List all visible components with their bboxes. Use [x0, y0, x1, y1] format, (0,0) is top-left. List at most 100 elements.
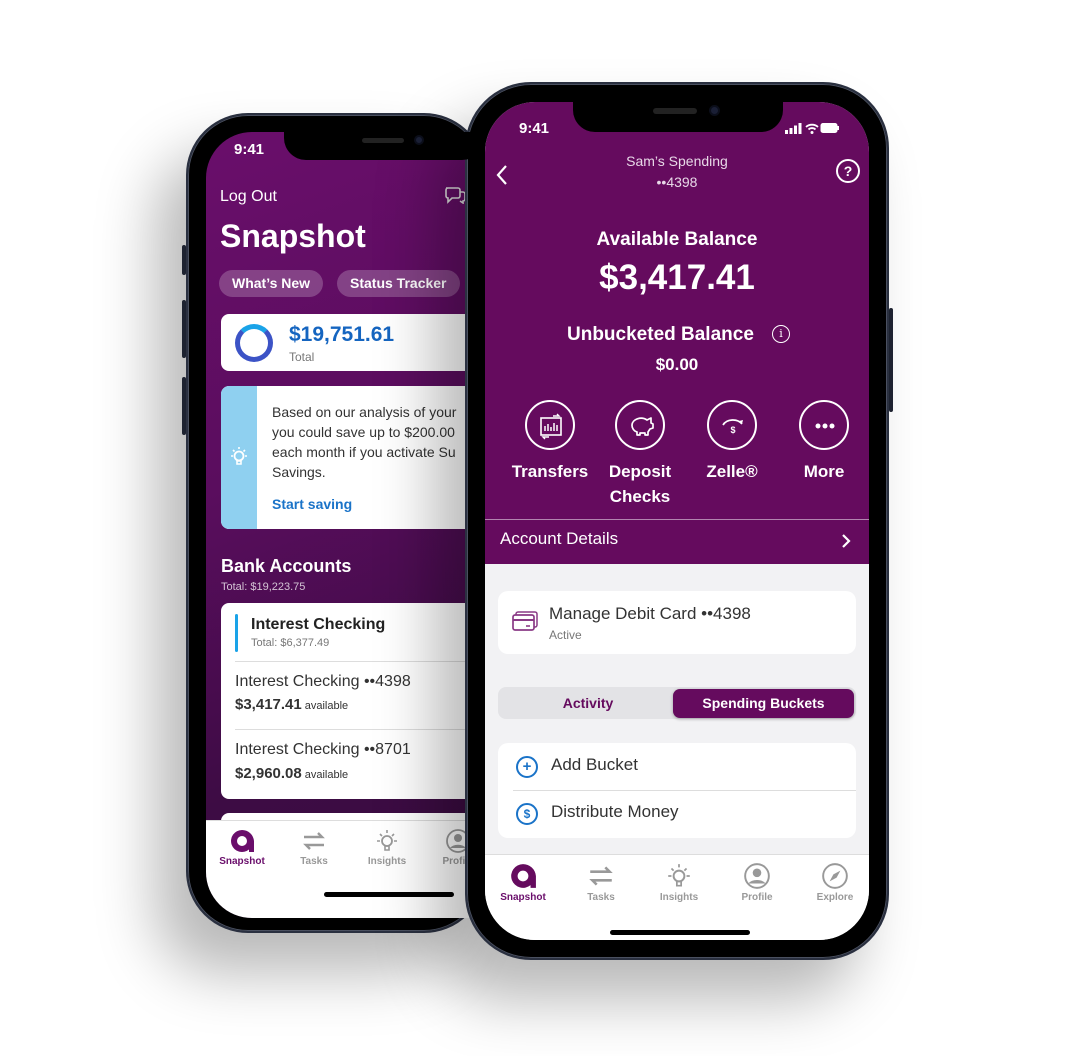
tab-spending-buckets[interactable]: Spending Buckets	[673, 689, 854, 718]
profile-icon	[744, 863, 770, 889]
ally-logo-icon	[511, 864, 536, 888]
debit-card-icon	[512, 611, 538, 631]
ally-logo-icon	[231, 829, 254, 852]
home-indicator	[610, 930, 750, 935]
account-balance: $2,960.08	[235, 765, 302, 782]
info-icon[interactable]: i	[772, 325, 790, 343]
dollar-circle-icon: $	[516, 803, 538, 825]
segmented-control: Activity Spending Buckets	[498, 687, 856, 719]
group-accent-bar	[235, 614, 238, 652]
volume-down-button	[182, 377, 186, 435]
account-title: Sam’s Spending	[626, 153, 728, 169]
tab-label: Snapshot	[500, 892, 546, 903]
action-label: More	[803, 462, 845, 481]
account-details-label: Account Details	[500, 529, 619, 548]
status-time: 9:41	[234, 141, 265, 158]
tab-snapshot[interactable]: Snapshot	[212, 828, 272, 867]
volume-up-button	[182, 300, 186, 358]
front-camera	[414, 135, 424, 145]
donut-chart-icon	[235, 324, 273, 362]
lightbulb-icon	[668, 864, 690, 887]
lightbulb-icon	[377, 830, 397, 851]
account-amount: $3,417.41 available	[235, 696, 348, 713]
bank-accounts-heading: Bank Accounts	[221, 556, 352, 576]
tab-label: Insights	[367, 856, 407, 867]
unbucketed-balance-label: Unbucketed Balance	[567, 324, 754, 345]
deposit-checks-button[interactable]: Deposit Checks	[595, 400, 685, 509]
tab-label: Tasks	[587, 892, 615, 903]
tab-label: Snapshot	[219, 856, 265, 867]
phone-left: 9:41 Log Out Snapshot What’s New Status …	[182, 113, 526, 933]
speaker	[362, 138, 404, 143]
phone-right: 9:41 Sam’s Spending ••4398 ? Available B…	[465, 82, 893, 960]
available-label: available	[304, 769, 349, 781]
tab-label: Profile	[741, 892, 773, 903]
status-time: 9:41	[519, 120, 550, 137]
total-label: Total	[289, 350, 315, 364]
compass-icon	[822, 863, 848, 889]
add-circle-icon: +	[516, 756, 538, 778]
svg-text:$: $	[730, 425, 735, 435]
account-name: Interest Checking ••4398	[235, 673, 411, 690]
page-title: Snapshot	[220, 218, 366, 254]
available-balance-amount: $3,417.41	[599, 258, 755, 297]
debit-card-status: Active	[549, 628, 582, 642]
piggy-bank-icon	[631, 417, 654, 436]
right-screen: 9:41 Sam’s Spending ••4398 ? Available B…	[485, 102, 869, 940]
distribute-money-row[interactable]: $ Distribute Money	[498, 790, 856, 836]
transfer-arrows-icon	[303, 832, 325, 850]
transfers-button[interactable]: Transfers	[505, 400, 595, 484]
bucket-actions-card: + Add Bucket $ Distribute Money	[498, 743, 856, 838]
power-button	[889, 308, 893, 412]
transfer-arrows-icon	[589, 866, 613, 886]
mute-switch	[182, 245, 186, 275]
chat-bubbles-icon[interactable]	[444, 186, 466, 204]
available-label: available	[304, 700, 349, 712]
bank-accounts-total: Total: $19,223.75	[221, 581, 306, 593]
tab-insights[interactable]: Insights	[357, 828, 417, 867]
tab-snapshot[interactable]: Snapshot	[493, 862, 553, 903]
unbucketed-balance-amount: $0.00	[655, 355, 699, 374]
tab-explore[interactable]: Explore	[805, 862, 865, 903]
tab-profile[interactable]: Profile	[727, 862, 787, 903]
account-name: Interest Checking ••8701	[235, 741, 411, 758]
account-amount: $2,960.08 available	[235, 765, 348, 782]
status-indicators-icon	[785, 123, 839, 134]
help-icon[interactable]: ?	[836, 159, 860, 183]
add-bucket-row[interactable]: + Add Bucket	[498, 743, 856, 789]
tab-insights[interactable]: Insights	[649, 862, 709, 903]
action-label: Deposit Checks	[608, 462, 672, 506]
account-mask: ••4398	[656, 174, 698, 190]
available-balance-label: Available Balance	[596, 229, 758, 250]
account-group-total: Total: $6,377.49	[251, 637, 330, 649]
notch	[573, 102, 783, 132]
whats-new-pill[interactable]: What’s New	[219, 270, 324, 297]
total-amount: $19,751.61	[289, 323, 395, 346]
logout-link[interactable]: Log Out	[220, 188, 277, 206]
speaker	[653, 108, 697, 114]
distribute-money-label: Distribute Money	[551, 802, 679, 821]
tab-label: Insights	[659, 892, 699, 903]
transfers-icon	[540, 413, 562, 440]
debit-card-title: Manage Debit Card ••4398	[549, 604, 751, 623]
tab-bar: Snapshot Tasks Insights	[485, 854, 869, 940]
action-label: Transfers	[511, 462, 589, 481]
start-saving-link[interactable]: Start saving	[272, 496, 352, 512]
status-tracker-pill[interactable]: Status Tracker	[337, 270, 460, 297]
lightbulb-icon	[231, 447, 247, 465]
home-indicator	[324, 892, 454, 897]
divider	[485, 519, 869, 520]
account-group-name[interactable]: Interest Checking	[251, 616, 385, 634]
zelle-button[interactable]: $ Zelle®	[687, 400, 777, 484]
notch	[284, 132, 484, 160]
tab-label: Tasks	[300, 856, 328, 867]
tab-activity[interactable]: Activity	[498, 687, 678, 719]
manage-debit-card[interactable]: Manage Debit Card ••4398 Active	[498, 591, 856, 654]
action-label: Zelle®	[706, 462, 758, 481]
zelle-send-icon: $	[722, 419, 743, 435]
more-button[interactable]: More	[779, 400, 869, 484]
more-dots-icon	[815, 423, 835, 429]
account-balance: $3,417.41	[235, 696, 302, 713]
tab-tasks[interactable]: Tasks	[571, 862, 631, 903]
tab-tasks[interactable]: Tasks	[284, 828, 344, 867]
